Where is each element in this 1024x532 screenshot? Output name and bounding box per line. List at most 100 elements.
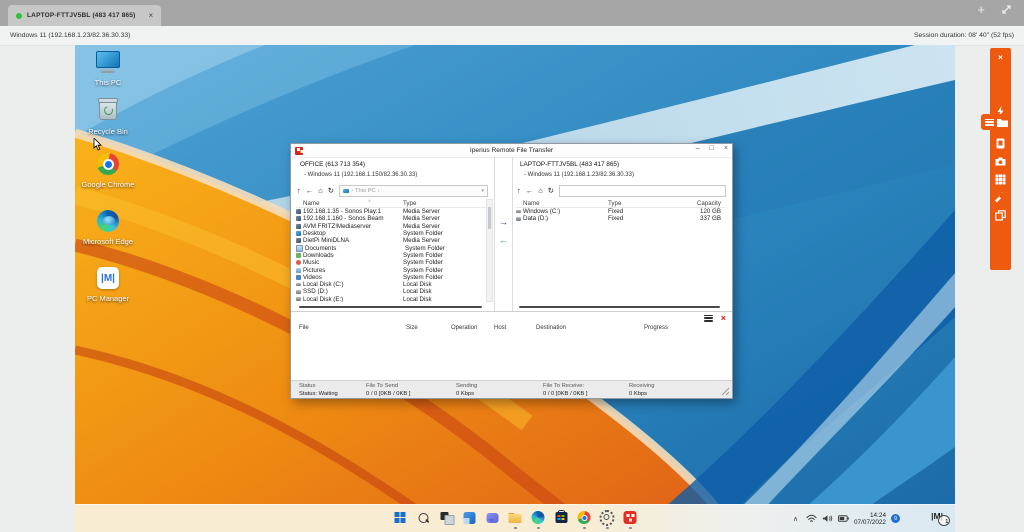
music-folder-icon: [296, 260, 301, 265]
horizontal-scrollbar[interactable]: [519, 306, 720, 308]
send-right-icon[interactable]: →: [495, 217, 512, 227]
column-header-host[interactable]: Host: [494, 325, 506, 331]
close-icon[interactable]: ×: [990, 53, 1011, 62]
edge-icon[interactable]: [531, 510, 546, 525]
maximize-button[interactable]: □: [710, 145, 714, 152]
table-row[interactable]: SSD (D:)Local Disk: [296, 288, 487, 295]
iperius-icon[interactable]: [623, 510, 638, 525]
source-file-list[interactable]: 192.168.1.35 - Sonos Play:1Media Server …: [296, 208, 487, 302]
column-header-file[interactable]: File: [299, 325, 309, 331]
desktop-icon-recycle-bin[interactable]: Recycle Bin: [79, 97, 137, 136]
table-row[interactable]: Local Disk (E:)Local Disk: [296, 296, 487, 302]
column-header-name[interactable]: Name: [296, 200, 403, 207]
column-header-type[interactable]: Type: [403, 200, 487, 207]
copy-icon[interactable]: [995, 210, 1006, 221]
table-row[interactable]: DownloadsSystem Folder: [296, 252, 487, 259]
close-button[interactable]: ×: [724, 145, 728, 152]
battery-icon[interactable]: [838, 513, 849, 524]
chevron-down-icon[interactable]: ▾: [481, 188, 484, 194]
camera-icon[interactable]: [995, 156, 1006, 167]
pc-manager-tray-icon[interactable]: |M| 1: [931, 511, 943, 521]
session-tab[interactable]: LAPTOP-FTTJV5BL (483 417 865) ×: [8, 5, 161, 26]
media-server-icon: [296, 209, 301, 214]
vertical-scrollbar[interactable]: [486, 199, 493, 302]
files-to-receive-label: File To Receive:: [543, 383, 587, 389]
table-row[interactable]: 192.168.1.160 - Sonos BeamMedia Server: [296, 215, 487, 222]
table-row[interactable]: DocumentsSystem Folder: [296, 244, 487, 251]
home-icon[interactable]: ⌂: [318, 186, 323, 196]
source-path-combobox[interactable]: › This PC › ▾: [339, 185, 488, 197]
column-header-type[interactable]: Type: [608, 200, 673, 207]
column-header-destination[interactable]: Destination: [536, 325, 566, 331]
destination-file-list[interactable]: Windows (C:)Fixed120 GB Data (D:)Fixed33…: [516, 208, 725, 302]
desktop-icon-edge[interactable]: Microsoft Edge: [79, 208, 137, 246]
table-row[interactable]: DesktopSystem Folder: [296, 230, 487, 237]
destination-list-header[interactable]: Name Type Capacity: [516, 199, 725, 208]
sort-ascending-icon: ∧: [368, 198, 371, 203]
up-icon[interactable]: ↑: [517, 186, 521, 196]
table-row[interactable]: AVM FRITZ!MediaserverMedia Server: [296, 223, 487, 230]
resize-grip[interactable]: [721, 387, 730, 396]
send-left-icon[interactable]: ←: [495, 235, 512, 245]
search-icon[interactable]: [416, 510, 431, 525]
chat-icon[interactable]: [485, 510, 500, 525]
window-titlebar[interactable]: Iperius Remote File Transfer – □ ×: [291, 144, 732, 158]
grid-icon[interactable]: [995, 174, 1006, 185]
column-header-size[interactable]: Size: [406, 325, 418, 331]
new-connection-icon[interactable]: +: [977, 3, 985, 16]
horizontal-scrollbar[interactable]: [299, 306, 482, 308]
desktop-icon-chrome[interactable]: Google Chrome: [79, 151, 137, 189]
home-icon[interactable]: ⌂: [538, 186, 543, 196]
start-icon[interactable]: [393, 510, 408, 525]
tab-close-icon[interactable]: ×: [149, 11, 154, 20]
volume-icon[interactable]: [822, 513, 833, 524]
folder-icon[interactable]: [997, 117, 1008, 128]
refresh-icon[interactable]: ↻: [328, 186, 334, 196]
table-row[interactable]: Windows (C:)Fixed120 GB: [516, 208, 725, 215]
column-header-operation[interactable]: Operation: [451, 325, 477, 331]
status-label: Status: [299, 383, 338, 389]
notification-badge[interactable]: 9: [891, 514, 900, 523]
back-icon[interactable]: ←: [526, 186, 534, 196]
queue-list-icon[interactable]: [704, 315, 713, 322]
breadcrumb-path[interactable]: This PC: [355, 188, 376, 194]
wifi-icon[interactable]: [806, 513, 817, 524]
minimize-button[interactable]: –: [696, 145, 700, 152]
destination-path-combobox[interactable]: [559, 185, 726, 197]
table-row[interactable]: DietPi MiniDLNAMedia Server: [296, 237, 487, 244]
chevron-up-icon[interactable]: ∧: [790, 513, 801, 524]
refresh-icon[interactable]: ↻: [548, 186, 554, 196]
remote-desktop[interactable]: This PC Recycle Bin Google Chrome Micros…: [75, 45, 955, 532]
breadcrumb-chevron: ›: [378, 188, 380, 194]
taskbar-clock[interactable]: 14:24 07/07/2022: [854, 512, 886, 526]
files-to-receive-value: 0 / 0 [0KB / 0KB ]: [543, 391, 587, 397]
column-header-name[interactable]: Name: [516, 200, 608, 207]
destination-host-label: LAPTOP-FTTJV5BL (483 417 865): [520, 161, 619, 168]
table-row[interactable]: Data (D:)Fixed337 GB: [516, 215, 725, 222]
cell-name: Documents: [305, 245, 405, 252]
scrollbar-thumb[interactable]: [488, 207, 491, 229]
chrome-icon[interactable]: [577, 510, 592, 525]
table-row[interactable]: MusicSystem Folder: [296, 259, 487, 266]
table-row[interactable]: 192.168.1.35 - Sonos Play:1Media Server: [296, 208, 487, 215]
wrench-icon[interactable]: [995, 192, 1006, 203]
back-icon[interactable]: ←: [306, 186, 314, 196]
task-view-icon[interactable]: [439, 510, 454, 525]
table-row[interactable]: Local Disk (C:)Local Disk: [296, 281, 487, 288]
file-explorer-icon[interactable]: [508, 510, 523, 525]
table-row[interactable]: PicturesSystem Folder: [296, 266, 487, 273]
settings-icon[interactable]: [600, 510, 615, 525]
up-icon[interactable]: ↑: [297, 186, 301, 196]
queue-clear-icon[interactable]: ×: [721, 314, 726, 322]
source-list-header[interactable]: Name Type ∧: [296, 199, 487, 208]
device-icon[interactable]: [995, 138, 1006, 149]
table-row[interactable]: VideosSystem Folder: [296, 274, 487, 281]
desktop-icon-pc-manager[interactable]: |M| PC Manager: [79, 265, 137, 303]
desktop-icon-this-pc[interactable]: This PC: [79, 49, 137, 87]
widgets-icon[interactable]: [462, 510, 477, 525]
file-transfer-window[interactable]: Iperius Remote File Transfer – □ × OFFIC…: [290, 143, 733, 399]
fullscreen-icon[interactable]: [1001, 4, 1012, 15]
store-icon[interactable]: [554, 510, 569, 525]
column-header-progress[interactable]: Progress: [644, 325, 668, 331]
column-header-capacity[interactable]: Capacity: [673, 200, 725, 207]
